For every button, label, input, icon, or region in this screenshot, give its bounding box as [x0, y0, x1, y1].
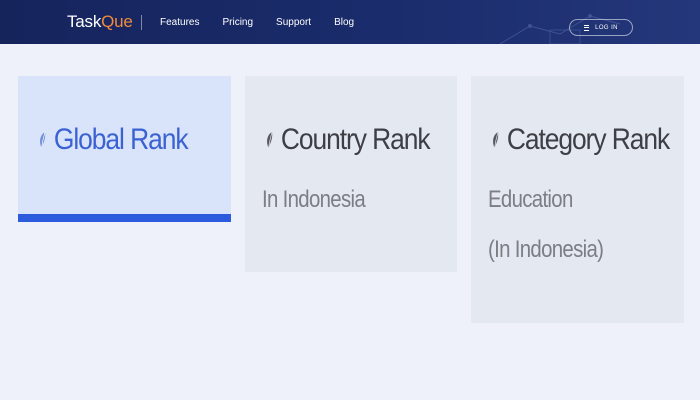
category-rank-card[interactable]: Category Rank Education (In Indonesia) [471, 76, 684, 323]
login-menu-icon [584, 24, 590, 31]
nav-link-support[interactable]: Support [276, 17, 311, 28]
main-nav: Features Pricing Support Blog [160, 0, 377, 44]
category-rank-title: Category Rank [491, 123, 670, 157]
top-navigation-bar: TaskQue Features Pricing Support Blog LO… [0, 0, 700, 44]
country-rank-title-text: Country Rank [280, 123, 431, 156]
leaf-bullet-icon [493, 131, 499, 149]
nav-link-features[interactable]: Features [160, 17, 199, 28]
nav-link-pricing[interactable]: Pricing [222, 17, 253, 28]
logo-text-main: Task [67, 12, 102, 31]
category-rank-subtitle-line-1: Education [488, 186, 573, 213]
category-rank-title-text: Category Rank [506, 123, 670, 156]
login-button[interactable]: LOG IN [569, 19, 633, 36]
country-rank-subtitle: In Indonesia [262, 186, 366, 213]
leaf-bullet-icon [40, 131, 46, 149]
category-rank-subtitle-line-2: (In Indonesia) [488, 236, 604, 263]
logo-divider [140, 14, 142, 30]
leaf-bullet-icon [267, 131, 273, 149]
country-rank-card[interactable]: Country Rank In Indonesia [245, 76, 457, 272]
country-rank-title: Country Rank [265, 123, 431, 157]
active-tab-indicator [18, 214, 231, 222]
login-button-label: LOG IN [595, 24, 618, 31]
global-rank-title-text: Global Rank [53, 123, 189, 156]
global-rank-title: Global Rank [38, 123, 189, 157]
logo-text-accent: Que [101, 12, 133, 31]
taskque-logo[interactable]: TaskQue [67, 11, 142, 33]
nav-link-blog[interactable]: Blog [334, 17, 354, 28]
global-rank-card[interactable]: Global Rank [18, 76, 231, 222]
